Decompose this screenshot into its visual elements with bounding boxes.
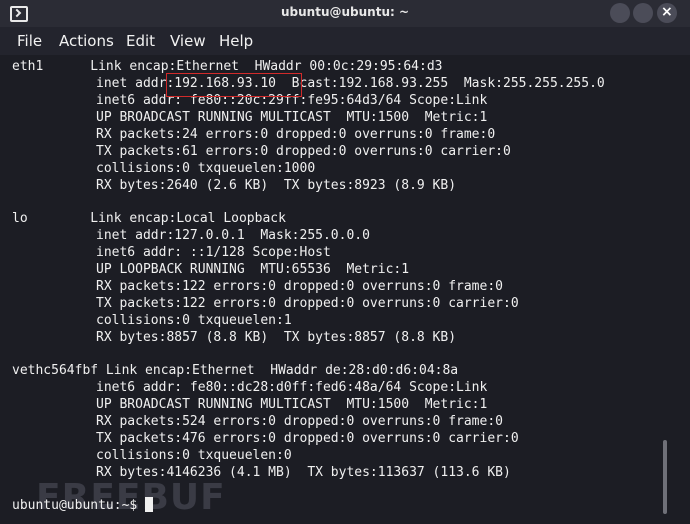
- terminal-line: vethc564fbf Link encap:Ethernet HWaddr d…: [12, 363, 459, 378]
- menu-edit[interactable]: Edit: [126, 32, 155, 50]
- terminal-line: RX bytes:2640 (2.6 KB) TX bytes:8923 (8.…: [96, 178, 457, 193]
- terminal-line: lo Link encap:Local Loopback: [12, 211, 286, 226]
- terminal-line: TX packets:122 errors:0 dropped:0 overru…: [96, 296, 519, 311]
- scrollbar[interactable]: [663, 440, 667, 514]
- terminal-line: TX packets:476 errors:0 dropped:0 overru…: [96, 431, 519, 446]
- menu-view[interactable]: View: [170, 32, 206, 50]
- menu-actions[interactable]: Actions: [59, 32, 114, 50]
- close-button[interactable]: ×: [657, 3, 677, 23]
- terminal-line: inet6 addr: fe80::dc28:d0ff:fed6:48a/64 …: [96, 380, 488, 395]
- prompt-text: ubuntu@ubuntu:~$: [12, 498, 146, 513]
- menu-bar: File Actions Edit View Help: [0, 27, 690, 55]
- minimize-button[interactable]: [610, 3, 630, 23]
- terminal-line: inet6 addr: ::1/128 Scope:Host: [96, 245, 331, 260]
- menu-help[interactable]: Help: [219, 32, 253, 50]
- window-title: ubuntu@ubuntu: ~: [280, 5, 410, 19]
- terminal-line: RX packets:24 errors:0 dropped:0 overrun…: [96, 127, 496, 142]
- command-prompt[interactable]: ubuntu@ubuntu:~$: [12, 497, 154, 514]
- cursor: [145, 497, 154, 512]
- title-bar: ubuntu@ubuntu: ~ ×: [0, 0, 690, 28]
- terminal-line: UP BROADCAST RUNNING MULTICAST MTU:1500 …: [96, 110, 488, 125]
- menu-file[interactable]: File: [17, 32, 42, 50]
- terminal-line: collisions:0 txqueuelen:1: [96, 313, 292, 328]
- terminal-line: RX bytes:8857 (8.8 KB) TX bytes:8857 (8.…: [96, 330, 457, 345]
- terminal-line: collisions:0 txqueuelen:0: [96, 448, 292, 463]
- maximize-button[interactable]: [633, 3, 653, 23]
- close-icon: ×: [661, 4, 673, 20]
- terminal-line: UP LOOPBACK RUNNING MTU:65536 Metric:1: [96, 262, 410, 277]
- ip-highlight-box: [166, 73, 302, 97]
- terminal-line: UP BROADCAST RUNNING MULTICAST MTU:1500 …: [96, 397, 488, 412]
- terminal-line: collisions:0 txqueuelen:1000: [96, 161, 316, 176]
- terminal-line: inet addr:127.0.0.1 Mask:255.0.0.0: [96, 228, 370, 243]
- terminal-line: TX packets:61 errors:0 dropped:0 overrun…: [96, 144, 511, 159]
- terminal-line: RX packets:524 errors:0 dropped:0 overru…: [96, 414, 503, 429]
- terminal-line: RX packets:122 errors:0 dropped:0 overru…: [96, 279, 503, 294]
